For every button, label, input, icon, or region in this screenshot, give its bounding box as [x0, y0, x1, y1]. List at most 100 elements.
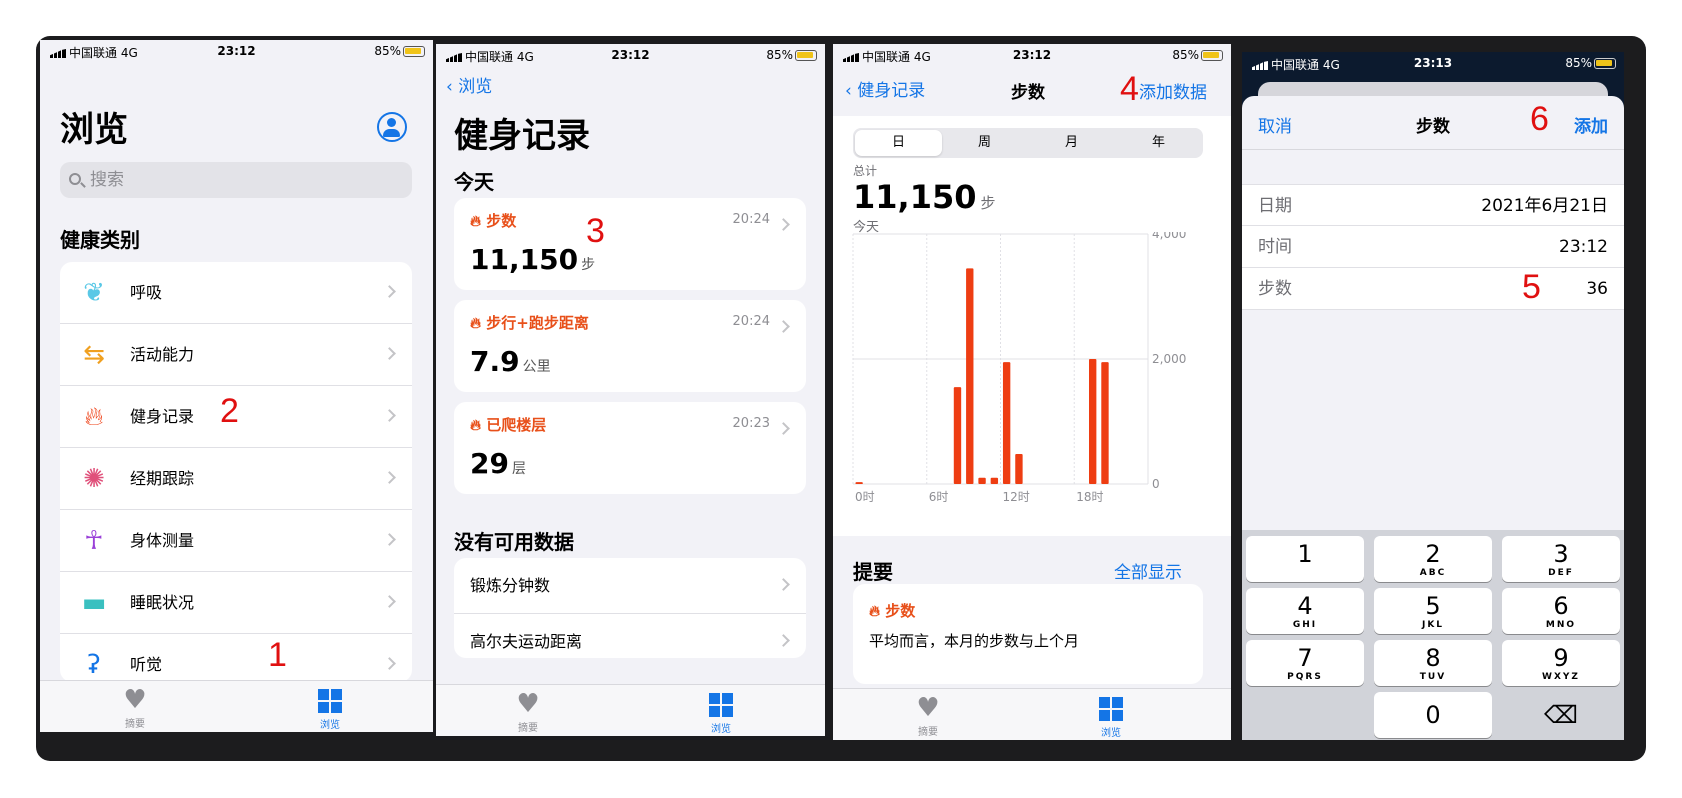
list-item-sleep[interactable]: ▬ 睡眠状况 — [60, 572, 412, 634]
profile-avatar-icon[interactable] — [377, 112, 407, 142]
search-input[interactable]: 搜索 — [60, 162, 412, 198]
chevron-right-icon — [777, 320, 790, 333]
chevron-right-icon — [777, 578, 790, 591]
chevron-left-icon: ‹ — [845, 81, 858, 101]
step-marker-6: 6 — [1530, 100, 1549, 138]
list-item-golf[interactable]: 高尔夫运动距离 — [454, 614, 806, 658]
chart-bar — [1002, 362, 1011, 484]
key-digit: 5 — [1425, 592, 1441, 620]
key-letters: DEF — [1548, 568, 1574, 578]
list-item-label: 高尔夫运动距离 — [470, 632, 583, 651]
chevron-right-icon — [383, 285, 396, 298]
key-2[interactable]: 2 ABC — [1374, 536, 1492, 582]
list-item-mobility[interactable]: ⇆ 活动能力 — [60, 324, 412, 386]
card-unit: 公里 — [522, 359, 551, 375]
tab-summary[interactable]: ♥ 摘要 — [105, 685, 165, 730]
row-value: 23:12 — [1559, 237, 1608, 257]
list-item-exercise[interactable]: 锻炼分钟数 — [454, 558, 806, 614]
battery-icon — [403, 46, 425, 57]
key-8[interactable]: 8 TUV — [1374, 640, 1492, 686]
step-marker-4: 4 — [1120, 70, 1139, 108]
section-title: 今天 — [454, 170, 494, 194]
list-item-body[interactable]: ☥ 身体测量 — [60, 510, 412, 572]
segment-month[interactable]: 月 — [1028, 128, 1115, 158]
tab-browse[interactable]: 浏览 — [1081, 693, 1141, 739]
add-data-sheet: 取消 步数 添加 日期 2021年6月21日 时间 23:12 步数 36 1 … — [1242, 96, 1624, 740]
step-marker-2: 2 — [220, 392, 239, 430]
key-digit: 6 — [1553, 592, 1569, 620]
list-item-breathing[interactable]: ❦ 呼吸 — [60, 262, 412, 324]
segment-day[interactable]: 日 — [855, 130, 942, 156]
x-tick-label: 0时 — [855, 490, 875, 504]
heart-icon: ♥ — [516, 689, 540, 719]
show-all-link[interactable]: 全部显示 — [1114, 558, 1182, 583]
status-bar: 中国联通 4G 23:13 85% — [1242, 52, 1624, 74]
key-9[interactable]: 9 WXYZ — [1502, 640, 1620, 686]
tab-label: 摘要 — [518, 723, 538, 734]
clock: 23:12 — [1012, 48, 1052, 62]
list-item-label: 锻炼分钟数 — [470, 576, 551, 595]
chevron-left-icon: ‹ — [446, 77, 459, 97]
key-letters: MNO — [1545, 620, 1577, 630]
key-digit: 9 — [1553, 644, 1569, 672]
cycle-icon: ✺ — [83, 464, 105, 494]
key-digit: 2 — [1425, 540, 1441, 568]
list-item-cycle[interactable]: ✺ 经期跟踪 — [60, 448, 412, 510]
search-placeholder: 搜索 — [90, 170, 124, 190]
chevron-right-icon — [777, 422, 790, 435]
tab-summary[interactable]: ♥ 摘要 — [498, 689, 558, 734]
grid-icon — [318, 689, 342, 713]
phone-fitness: 中国联通 4G 23:12 85% ‹ 浏览 健身记录 今天 🔥︎ 步数 20:… — [436, 44, 825, 736]
key-letters: PQRS — [1287, 672, 1323, 682]
steps-input-row[interactable]: 步数 36 — [1242, 268, 1624, 310]
chart-bar — [855, 482, 863, 484]
battery-percent: 85% — [1565, 56, 1592, 70]
segment-week[interactable]: 周 — [941, 128, 1028, 158]
key-digit: 7 — [1297, 644, 1313, 672]
bed-icon: ▬ — [81, 588, 107, 618]
list-item-label: 健身记录 — [130, 407, 195, 426]
section-title: 健康类别 — [60, 228, 140, 252]
heart-icon: ♥ — [916, 693, 940, 723]
card-title: 步数 — [486, 212, 517, 230]
tab-browse[interactable]: 浏览 — [691, 689, 751, 735]
add-button[interactable]: 添加 — [1574, 112, 1608, 137]
battery-percent: 85% — [374, 44, 401, 58]
key-3[interactable]: 3 DEF — [1502, 536, 1620, 582]
chevron-right-icon — [383, 471, 396, 484]
card-title: 步行+跑步距离 — [486, 314, 589, 332]
key-digit: 1 — [1297, 540, 1313, 568]
key-7[interactable]: 7 PQRS — [1246, 640, 1364, 686]
key-6[interactable]: 6 MNO — [1502, 588, 1620, 634]
date-row[interactable]: 日期 2021年6月21日 — [1242, 184, 1624, 226]
card-value: 7.9 — [470, 345, 520, 378]
back-button[interactable]: ‹ 健身记录 — [845, 76, 925, 101]
chevron-right-icon — [777, 634, 790, 647]
segment-year[interactable]: 年 — [1115, 128, 1202, 158]
flame-icon: 🔥︎ — [470, 314, 482, 332]
highlight-card[interactable]: 🔥︎ 步数 平均而言，本月的步数与上个月 — [853, 584, 1203, 684]
chevron-right-icon — [383, 657, 396, 670]
time-row[interactable]: 时间 23:12 — [1242, 226, 1624, 268]
tab-bar: ♥ 摘要 浏览 — [436, 684, 825, 736]
key-0[interactable]: 0 — [1374, 692, 1492, 738]
steps-input[interactable]: 36 — [1586, 268, 1608, 310]
row-key: 日期 — [1258, 196, 1292, 216]
back-button[interactable]: ‹ 浏览 — [446, 72, 492, 97]
card-time: 20:23 — [732, 416, 770, 431]
tab-label: 浏览 — [711, 724, 731, 735]
key-1[interactable]: 1 — [1246, 536, 1364, 582]
list-item-hearing[interactable]: ʡ 听觉 — [60, 634, 412, 682]
lungs-icon: ❦ — [83, 278, 105, 308]
tab-browse[interactable]: 浏览 — [300, 685, 360, 731]
key-4[interactable]: 4 GHI — [1246, 588, 1364, 634]
tab-summary[interactable]: ♥ 摘要 — [898, 693, 958, 738]
card-steps[interactable]: 🔥︎ 步数 20:24 11,150 步 — [454, 198, 806, 290]
add-data-button[interactable]: 添加数据 — [1139, 78, 1207, 103]
x-tick-label: 12时 — [1003, 490, 1030, 504]
period-segmented-control[interactable]: 日 周 月 年 — [853, 128, 1203, 158]
card-floors[interactable]: 🔥︎ 已爬楼层 20:23 29 层 — [454, 402, 806, 494]
backspace-key[interactable]: ⌫ — [1502, 692, 1620, 738]
card-distance[interactable]: 🔥︎ 步行+跑步距离 20:24 7.9 公里 — [454, 300, 806, 392]
key-5[interactable]: 5 JKL — [1374, 588, 1492, 634]
